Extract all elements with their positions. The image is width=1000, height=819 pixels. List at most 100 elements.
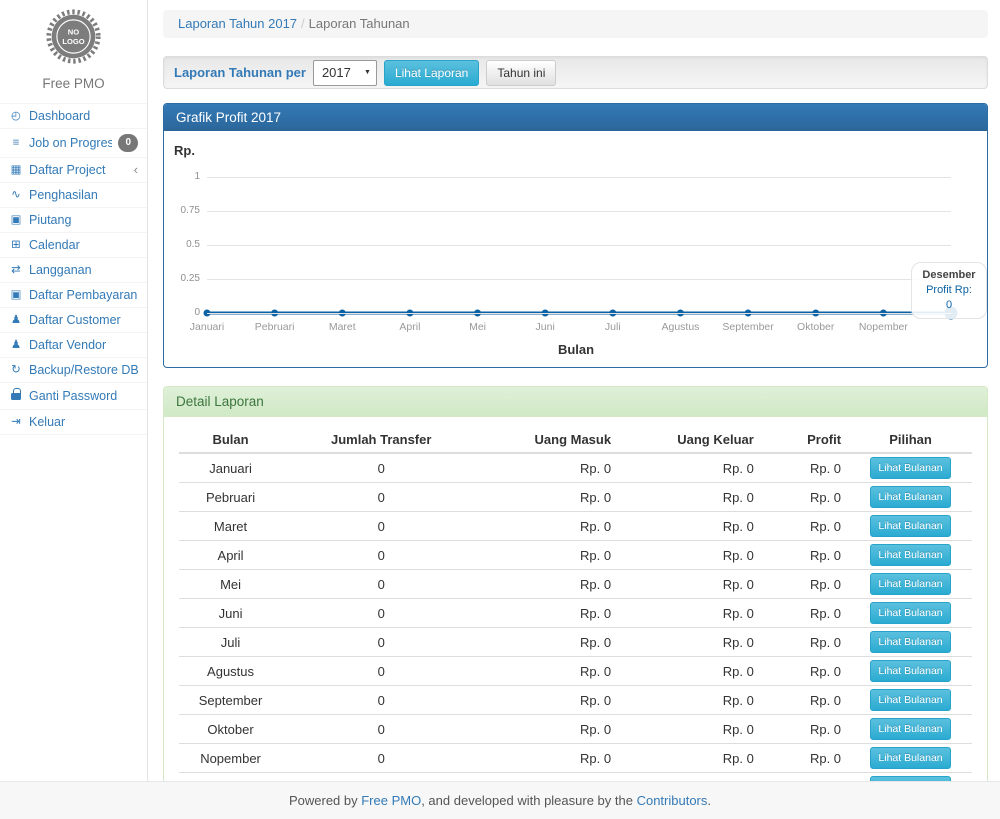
lihat-bulanan-button[interactable]: Lihat Bulanan [870, 486, 950, 508]
lihat-bulanan-button[interactable]: Lihat Bulanan [870, 718, 950, 740]
sidebar-item-daftar-project[interactable]: ▦Daftar Project‹ [0, 157, 147, 182]
money-icon: ▣ [9, 288, 23, 302]
cell: 0 [282, 570, 480, 599]
cell: Agustus [179, 657, 282, 686]
cell: Rp. 0 [480, 570, 619, 599]
table-row: Mei0Rp. 0Rp. 0Rp. 0Lihat Bulanan [179, 570, 972, 599]
tahun-ini-button[interactable]: Tahun ini [486, 60, 556, 86]
action-cell: Lihat Bulanan [849, 744, 972, 773]
cell: Rp. 0 [762, 512, 849, 541]
sidebar-item-penghasilan[interactable]: ∿Penghasilan [0, 182, 147, 207]
table-row: Oktober0Rp. 0Rp. 0Rp. 0Lihat Bulanan [179, 715, 972, 744]
lihat-bulanan-button[interactable]: Lihat Bulanan [870, 631, 950, 653]
header-row: BulanJumlah TransferUang MasukUang Kelua… [179, 427, 972, 453]
x-tick-label: Nopember [859, 321, 908, 333]
action-cell: Lihat Bulanan [849, 512, 972, 541]
lihat-bulanan-button[interactable]: Lihat Bulanan [870, 457, 950, 479]
sidebar-item-calendar[interactable]: ⊞ Calendar [0, 232, 147, 257]
cell: Rp. 0 [619, 628, 762, 657]
contributors-link[interactable]: Contributors [637, 793, 708, 808]
gridline [207, 211, 951, 212]
footer: Powered by Free PMO, and developed with … [0, 781, 1000, 819]
sidebar-item-piutang[interactable]: ▣Piutang [0, 207, 147, 232]
column-header: Jumlah Transfer [282, 427, 480, 453]
cell: April [179, 541, 282, 570]
detail-panel-title: Detail Laporan [164, 387, 987, 417]
table-row: Juni0Rp. 0Rp. 0Rp. 0Lihat Bulanan [179, 599, 972, 628]
year-select[interactable]: 2017 [313, 60, 377, 86]
sidebar-item-dashboard[interactable]: ◴Dashboard [0, 103, 147, 128]
free-pmo-link[interactable]: Free PMO [361, 793, 421, 808]
cell: Rp. 0 [762, 628, 849, 657]
footer-text-middle: , and developed with pleasure by the [421, 793, 636, 808]
lihat-bulanan-button[interactable]: Lihat Bulanan [870, 573, 950, 595]
x-tick-label: Januari [190, 321, 224, 333]
cell: 0 [282, 744, 480, 773]
sidebar-item-daftar-customer[interactable]: ♟Daftar Customer [0, 307, 147, 332]
retweet-icon: ⇄ [9, 263, 23, 277]
action-cell: Lihat Bulanan [849, 541, 972, 570]
lihat-bulanan-button[interactable]: Lihat Bulanan [870, 515, 950, 537]
action-cell: Lihat Bulanan [849, 483, 972, 512]
lihat-bulanan-button[interactable]: Lihat Bulanan [870, 660, 950, 682]
lihat-bulanan-button[interactable]: Lihat Bulanan [870, 776, 950, 781]
action-cell: Lihat Bulanan [849, 628, 972, 657]
chart-panel-title: Grafik Profit 2017 [164, 104, 987, 131]
lock-icon [9, 388, 23, 404]
chart-body[interactable]: Rp. Bulan Desember Profit Rp: 0 00.250.5… [164, 131, 987, 367]
cell: Rp. 0 [480, 483, 619, 512]
cell: Rp. 0 [619, 570, 762, 599]
cell: Desember [179, 773, 282, 782]
sidebar-item-keluar[interactable]: ⇥Keluar [0, 409, 147, 435]
x-tick-label: Oktober [797, 321, 834, 333]
calendar-icon: ⊞ [9, 238, 23, 252]
sidebar-item-backup-restore-db[interactable]: ↻Backup/Restore DB [0, 357, 147, 382]
breadcrumb-link-laporan-tahun[interactable]: Laporan Tahun 2017 [178, 16, 297, 31]
sidebar-item-ganti-password[interactable]: Ganti Password [0, 382, 147, 409]
column-header: Bulan [179, 427, 282, 453]
cell: 0 [282, 541, 480, 570]
cell: Rp. 0 [480, 715, 619, 744]
detail-panel-body: BulanJumlah TransferUang MasukUang Kelua… [164, 417, 987, 781]
lihat-bulanan-button[interactable]: Lihat Bulanan [870, 602, 950, 624]
lihat-bulanan-button[interactable]: Lihat Bulanan [870, 689, 950, 711]
sidebar-item-label: Calendar [29, 238, 138, 252]
sidebar-item-label: Dashboard [29, 109, 138, 123]
table-row: Nopember0Rp. 0Rp. 0Rp. 0Lihat Bulanan [179, 744, 972, 773]
cell: Rp. 0 [619, 744, 762, 773]
sidebar: NO LOGO Free PMO ◴Dashboard≡Job on Progr… [0, 0, 148, 781]
lihat-laporan-button[interactable]: Lihat Laporan [384, 60, 479, 86]
gridline [207, 313, 951, 314]
table-row: Januari0Rp. 0Rp. 0Rp. 0Lihat Bulanan [179, 453, 972, 483]
cell: 0 [282, 599, 480, 628]
main-content: Laporan Tahun 2017/Laporan Tahunan Lapor… [148, 0, 1000, 781]
sidebar-nav: ◴Dashboard≡Job on Progress0▦Daftar Proje… [0, 103, 147, 435]
sidebar-item-langganan[interactable]: ⇄Langganan [0, 257, 147, 282]
action-cell: Lihat Bulanan [849, 773, 972, 782]
cell: Rp. 0 [480, 512, 619, 541]
lihat-bulanan-button[interactable]: Lihat Bulanan [870, 747, 950, 769]
cell: Rp. 0 [762, 453, 849, 483]
cell: Oktober [179, 715, 282, 744]
cell: Maret [179, 512, 282, 541]
breadcrumb: Laporan Tahun 2017/Laporan Tahunan [163, 10, 988, 38]
table-row: Juli0Rp. 0Rp. 0Rp. 0Lihat Bulanan [179, 628, 972, 657]
sidebar-item-label: Daftar Vendor [29, 338, 138, 352]
table-icon: ▦ [9, 163, 23, 177]
action-cell: Lihat Bulanan [849, 657, 972, 686]
cell: Pebruari [179, 483, 282, 512]
cell: Mei [179, 570, 282, 599]
sidebar-item-label: Backup/Restore DB [29, 363, 138, 377]
y-tick-label: 0 [168, 307, 200, 318]
cell: Rp. 0 [619, 657, 762, 686]
cell: Rp. 0 [762, 657, 849, 686]
lihat-bulanan-button[interactable]: Lihat Bulanan [870, 544, 950, 566]
sidebar-item-daftar-pembayaran[interactable]: ▣Daftar Pembayaran [0, 282, 147, 307]
cell: Rp. 0 [480, 628, 619, 657]
sidebar-item-job-on-progress[interactable]: ≡Job on Progress0 [0, 128, 147, 157]
count-badge: 0 [118, 134, 138, 152]
x-tick-label: April [399, 321, 420, 333]
footer-text-after: . [707, 793, 711, 808]
sidebar-item-daftar-vendor[interactable]: ♟Daftar Vendor [0, 332, 147, 357]
cell: 0 [282, 686, 480, 715]
